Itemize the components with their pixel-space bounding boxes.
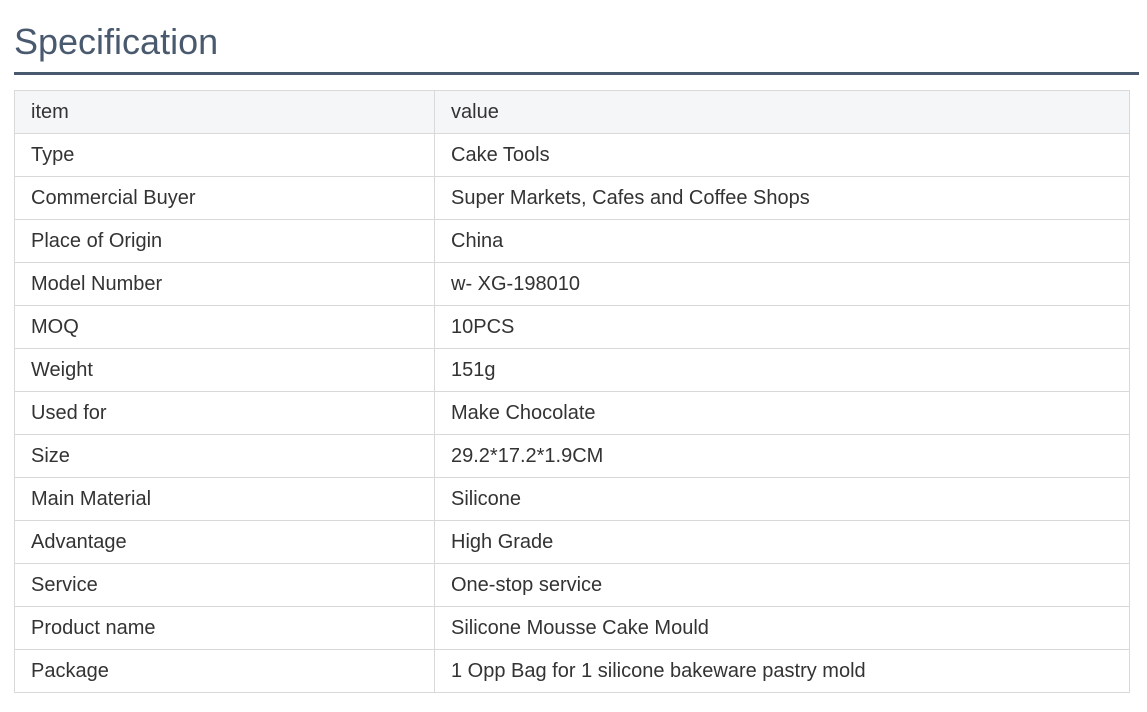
- cell-value: One-stop service: [434, 563, 1130, 607]
- table-header-row: item value: [14, 90, 1130, 134]
- specification-table: item value Type Cake Tools Commercial Bu…: [14, 90, 1130, 693]
- cell-item: Model Number: [14, 262, 435, 306]
- cell-item: MOQ: [14, 305, 435, 349]
- cell-value: Silicone: [434, 477, 1130, 521]
- table-row: Main Material Silicone: [14, 477, 1130, 521]
- cell-value: Cake Tools: [434, 133, 1130, 177]
- table-row: Size 29.2*17.2*1.9CM: [14, 434, 1130, 478]
- cell-item: Type: [14, 133, 435, 177]
- cell-value: 29.2*17.2*1.9CM: [434, 434, 1130, 478]
- table-row: Weight 151g: [14, 348, 1130, 392]
- section-title: Specification: [14, 21, 219, 62]
- cell-value: Silicone Mousse Cake Mould: [434, 606, 1130, 650]
- cell-value: 1 Opp Bag for 1 silicone bakeware pastry…: [434, 649, 1130, 693]
- header-cell-item: item: [14, 90, 435, 134]
- cell-item: Commercial Buyer: [14, 176, 435, 220]
- table-row: Place of Origin China: [14, 219, 1130, 263]
- cell-value: High Grade: [434, 520, 1130, 564]
- table-row: Used for Make Chocolate: [14, 391, 1130, 435]
- cell-value: Make Chocolate: [434, 391, 1130, 435]
- cell-item: Advantage: [14, 520, 435, 564]
- table-row: Commercial Buyer Super Markets, Cafes an…: [14, 176, 1130, 220]
- cell-value: 10PCS: [434, 305, 1130, 349]
- cell-item: Service: [14, 563, 435, 607]
- table-row: Type Cake Tools: [14, 133, 1130, 177]
- cell-item: Size: [14, 434, 435, 478]
- cell-item: Weight: [14, 348, 435, 392]
- table-row: Package 1 Opp Bag for 1 silicone bakewar…: [14, 649, 1130, 693]
- header-cell-value: value: [434, 90, 1130, 134]
- cell-value: China: [434, 219, 1130, 263]
- table-row: Product name Silicone Mousse Cake Mould: [14, 606, 1130, 650]
- specification-section: Specification item value Type Cake Tools…: [14, 0, 1139, 693]
- cell-value: w- XG-198010: [434, 262, 1130, 306]
- cell-item: Product name: [14, 606, 435, 650]
- table-row: Model Number w- XG-198010: [14, 262, 1130, 306]
- cell-value: Super Markets, Cafes and Coffee Shops: [434, 176, 1130, 220]
- cell-item: Main Material: [14, 477, 435, 521]
- title-divider: [14, 72, 1139, 75]
- table-row: MOQ 10PCS: [14, 305, 1130, 349]
- cell-value: 151g: [434, 348, 1130, 392]
- cell-item: Package: [14, 649, 435, 693]
- table-row: Advantage High Grade: [14, 520, 1130, 564]
- table-row: Service One-stop service: [14, 563, 1130, 607]
- cell-item: Place of Origin: [14, 219, 435, 263]
- cell-item: Used for: [14, 391, 435, 435]
